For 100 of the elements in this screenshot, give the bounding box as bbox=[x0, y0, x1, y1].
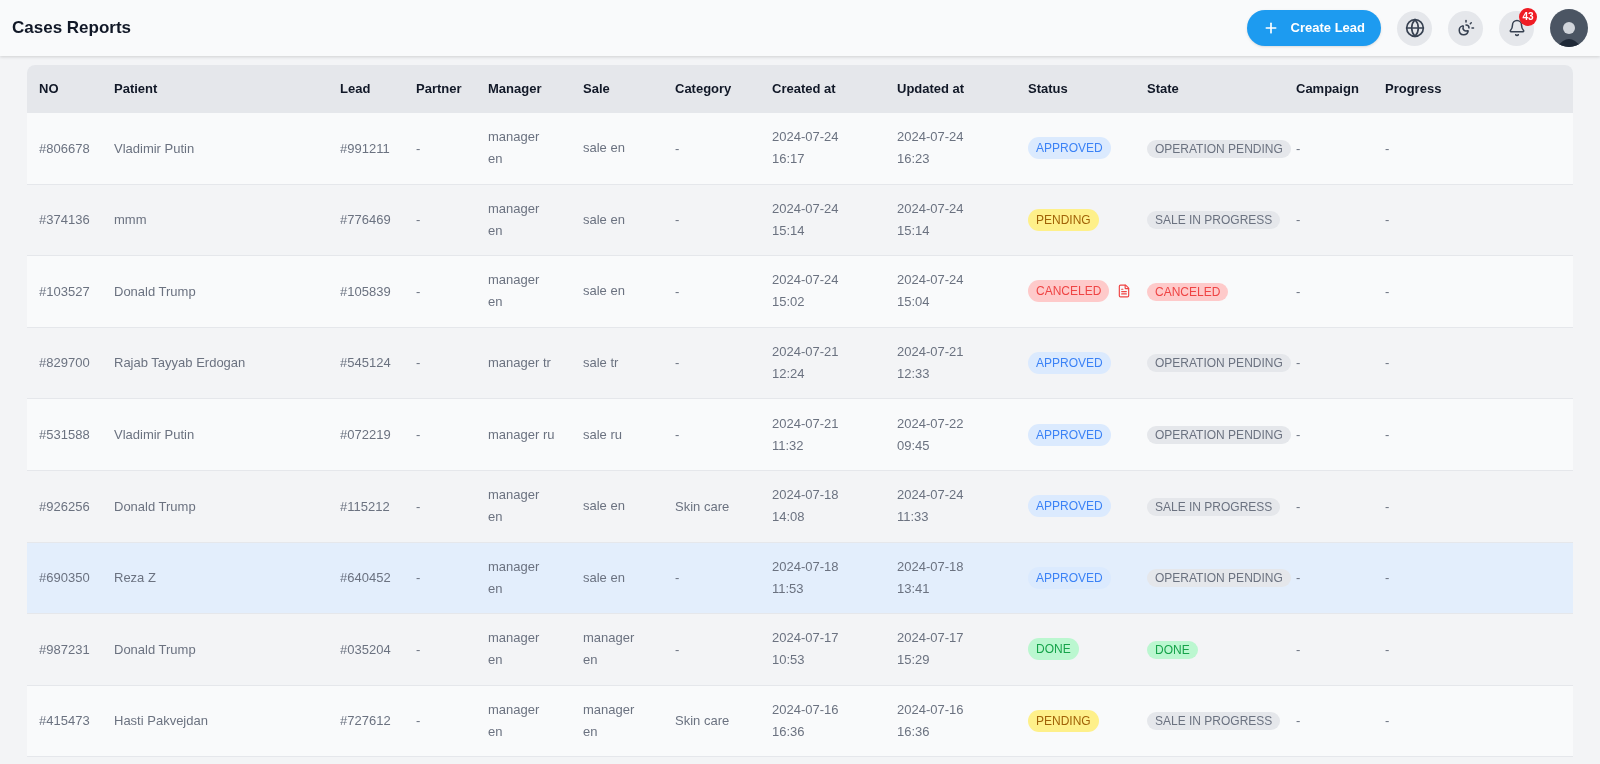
partner-value: - bbox=[416, 283, 421, 299]
state-badge: CANCELED bbox=[1147, 282, 1229, 301]
state-badge: OPERATION PENDING bbox=[1147, 354, 1291, 373]
category-value: Skin care bbox=[675, 713, 730, 729]
theme-button[interactable] bbox=[1448, 10, 1483, 46]
state-badge: OPERATION PENDING bbox=[1147, 569, 1291, 588]
created-date: 2024-07-17 10:53 bbox=[772, 630, 839, 668]
avatar[interactable] bbox=[1550, 9, 1588, 47]
column-header: State bbox=[1147, 80, 1179, 96]
status-badge: APPROVED bbox=[1028, 137, 1111, 160]
status-badge: CANCELED bbox=[1028, 280, 1110, 303]
case-number: #829700 bbox=[39, 355, 90, 371]
manager-name: manager en bbox=[488, 558, 540, 596]
lead-number: #072219 bbox=[340, 426, 391, 442]
category-value: - bbox=[675, 641, 680, 657]
progress-value: - bbox=[1385, 713, 1390, 729]
sale-name: sale en bbox=[583, 569, 625, 585]
updated-date: 2024-07-16 16:36 bbox=[897, 702, 964, 740]
updated-date: 2024-07-17 15:29 bbox=[897, 630, 964, 668]
column-header: Status bbox=[1028, 80, 1068, 96]
partner-value: - bbox=[416, 212, 421, 228]
campaign-value: - bbox=[1296, 140, 1301, 156]
sale-name: manager en bbox=[583, 630, 635, 668]
sale-name: sale en bbox=[583, 498, 625, 514]
state-badge: SALE IN PROGRESS bbox=[1147, 712, 1281, 731]
table-row[interactable]: #829700 Rajab Tayyab Erdogan #545124 - manager tr sale tr - 2024-07-21 12:24 2024-07-21 12:33 APPROVED OPERATION PENDING - - bbox=[27, 326, 1573, 399]
table-row[interactable]: #926256 Donald Trump #115212 - manager en sale en Skin care 2024-07-18 14:08 2024-07-24 11:33 APPROVED SALE IN PROGRESS - - bbox=[27, 469, 1573, 542]
document-icon[interactable] bbox=[1117, 284, 1132, 299]
progress-value: - bbox=[1385, 140, 1390, 156]
manager-name: manager en bbox=[488, 200, 540, 238]
campaign-value: - bbox=[1296, 498, 1301, 514]
table-row[interactable]: #374136 mmm #776469 - manager en sale en - 2024-07-24 15:14 2024-07-24 15:14 PENDING SALE IN PROGRESS - - bbox=[27, 183, 1573, 256]
state-badge: DONE bbox=[1147, 640, 1198, 659]
manager-name: manager en bbox=[488, 702, 540, 740]
patient-name: mmm bbox=[114, 212, 147, 228]
create-lead-button[interactable]: Create Lead bbox=[1246, 10, 1381, 46]
language-button[interactable] bbox=[1397, 10, 1432, 46]
column-header: Campaign bbox=[1296, 80, 1359, 96]
manager-name: manager tr bbox=[488, 355, 551, 371]
case-number: #415473 bbox=[39, 713, 90, 729]
progress-value: - bbox=[1385, 641, 1390, 657]
column-header: Progress bbox=[1385, 80, 1442, 96]
updated-date: 2024-07-18 13:41 bbox=[897, 558, 964, 596]
column-header: Manager bbox=[488, 80, 542, 96]
patient-name: Vladimir Putin bbox=[114, 140, 195, 156]
status-badge: APPROVED bbox=[1028, 566, 1111, 589]
partner-value: - bbox=[416, 426, 421, 442]
column-header: Updated at bbox=[897, 80, 965, 96]
lead-number: #991211 bbox=[340, 140, 390, 156]
manager-name: manager en bbox=[488, 272, 540, 310]
status-badge: APPROVED bbox=[1028, 423, 1111, 446]
updated-date: 2024-07-21 12:33 bbox=[897, 344, 964, 382]
patient-name: Donald Trump bbox=[114, 283, 196, 299]
notifications-button[interactable]: 43 bbox=[1499, 10, 1534, 46]
page-title: Cases Reports bbox=[12, 17, 132, 40]
created-date: 2024-07-24 15:14 bbox=[772, 200, 839, 238]
updated-date: 2024-07-24 11:33 bbox=[897, 487, 964, 525]
column-header: Partner bbox=[416, 80, 462, 96]
table-row[interactable]: #690350 Reza Z #640452 - manager en sale en - 2024-07-18 11:53 2024-07-18 13:41 APPROVED OPERATION PENDING - - bbox=[27, 541, 1573, 614]
lead-number: #640452 bbox=[340, 570, 391, 586]
progress-value: - bbox=[1385, 212, 1390, 228]
column-header: Patient bbox=[114, 80, 158, 96]
state-badge: SALE IN PROGRESS bbox=[1147, 211, 1281, 230]
updated-date: 2024-07-24 16:23 bbox=[897, 129, 964, 167]
updated-date: 2024-07-24 15:14 bbox=[897, 200, 964, 238]
status-badge: PENDING bbox=[1028, 208, 1099, 231]
lead-number: #105839 bbox=[340, 283, 391, 299]
sun-icon bbox=[1456, 19, 1475, 37]
manager-name: manager en bbox=[488, 630, 540, 668]
sale-name: sale en bbox=[583, 211, 625, 227]
status-badge: APPROVED bbox=[1028, 352, 1111, 375]
category-value: - bbox=[675, 212, 680, 228]
partner-value: - bbox=[416, 498, 421, 514]
partner-value: - bbox=[416, 713, 421, 729]
lead-number: #776469 bbox=[340, 212, 391, 228]
created-date: 2024-07-24 15:02 bbox=[772, 272, 839, 310]
partner-value: - bbox=[416, 641, 421, 657]
bell-icon bbox=[1507, 19, 1526, 37]
category-value: - bbox=[675, 283, 680, 299]
lead-number: #035204 bbox=[340, 641, 391, 657]
category-value: - bbox=[675, 355, 680, 371]
case-number: #690350 bbox=[39, 570, 90, 586]
campaign-value: - bbox=[1296, 641, 1301, 657]
created-date: 2024-07-18 14:08 bbox=[772, 487, 839, 525]
campaign-value: - bbox=[1296, 713, 1301, 729]
column-header: Created at bbox=[772, 80, 836, 96]
category-value: - bbox=[675, 140, 680, 156]
lead-number: #727612 bbox=[340, 713, 391, 729]
campaign-value: - bbox=[1296, 212, 1301, 228]
partner-value: - bbox=[416, 570, 421, 586]
lead-number: #545124 bbox=[340, 355, 391, 371]
table-row[interactable]: #987231 Donald Trump #035204 - manager en manager en - 2024-07-17 10:53 2024-07-17 15:29 DONE DONE - - bbox=[27, 613, 1573, 685]
sale-name: sale en bbox=[583, 140, 625, 156]
column-header: Category bbox=[675, 80, 732, 96]
case-number: #531588 bbox=[39, 426, 90, 442]
column-header: Lead bbox=[340, 80, 371, 96]
progress-value: - bbox=[1385, 283, 1390, 299]
notification-count: 43 bbox=[1519, 7, 1537, 26]
case-number: #103527 bbox=[39, 283, 90, 299]
patient-name: Vladimir Putin bbox=[114, 426, 195, 442]
